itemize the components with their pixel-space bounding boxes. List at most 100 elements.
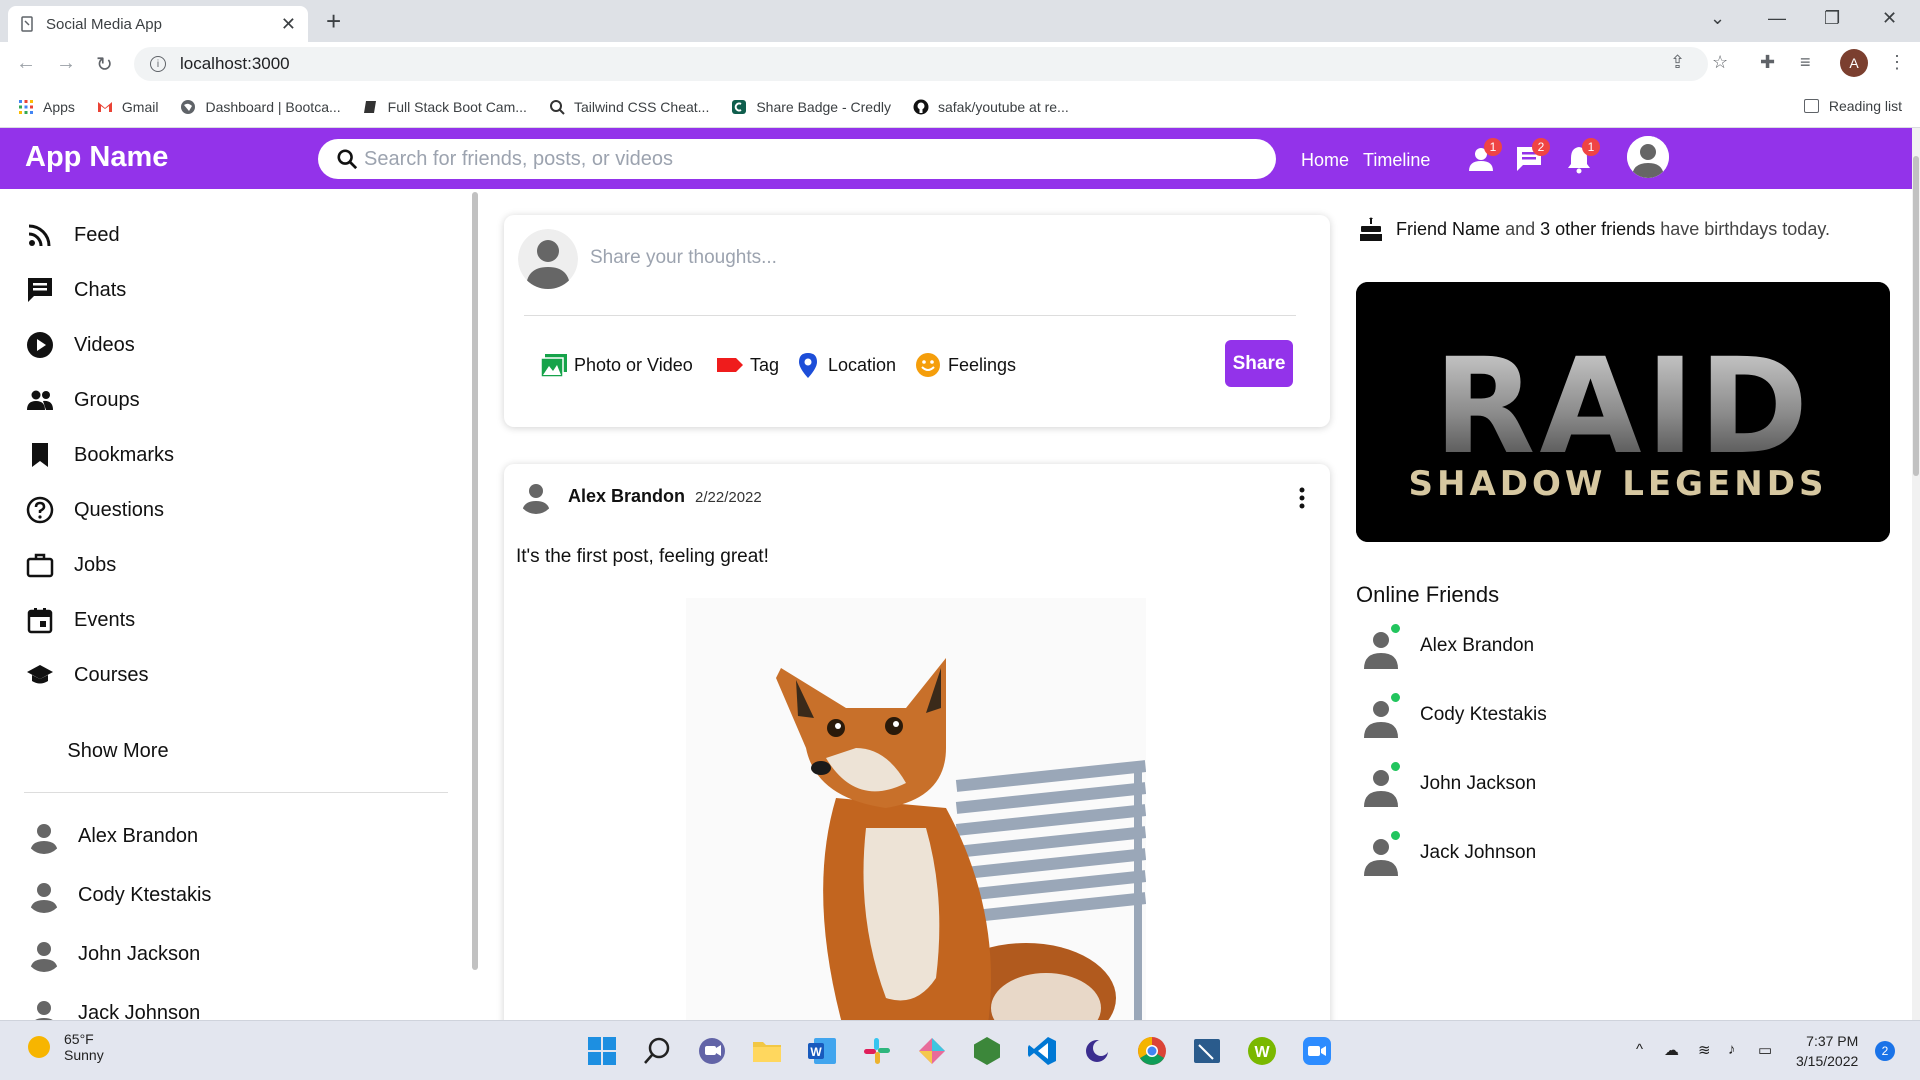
birthday-friend[interactable]: Friend Name (1396, 219, 1500, 240)
more-vertical-icon[interactable] (1296, 486, 1308, 510)
volume-icon[interactable]: ♪ (1728, 1041, 1736, 1058)
forward-icon[interactable]: → (56, 52, 76, 75)
sidebar-item-bookmarks[interactable]: Bookmarks (26, 441, 174, 469)
sidebar-item-groups[interactable]: Groups (26, 386, 140, 414)
bookmark-dashboard[interactable]: Dashboard | Bootca... (180, 99, 341, 115)
tab-search-icon[interactable]: ⌄ (1710, 8, 1725, 29)
avatar (1358, 830, 1404, 876)
remote-desktop-icon[interactable] (1191, 1035, 1223, 1067)
online-friend[interactable]: Jack Johnson (1358, 830, 1536, 876)
messages-button[interactable]: 2 (1514, 138, 1550, 174)
app-diamond-icon[interactable] (916, 1035, 948, 1067)
sidebar-friend[interactable]: Jack Johnson (26, 995, 200, 1020)
menu-dots-icon[interactable]: ⋮ (1888, 52, 1906, 73)
zoom-icon[interactable] (1301, 1035, 1333, 1067)
system-clock[interactable]: 7:37 PM 3/15/2022 (1796, 1031, 1858, 1071)
bookmark-label: Tailwind CSS Cheat... (573, 98, 710, 115)
share-button[interactable]: Share (1225, 340, 1293, 387)
bookmark-fullstack[interactable]: Full Stack Boot Cam... (363, 99, 527, 115)
nodejs-icon[interactable] (971, 1035, 1003, 1067)
avatar[interactable] (518, 478, 554, 514)
tray-chevron-icon[interactable]: ^ (1636, 1041, 1643, 1058)
wifi-icon[interactable]: ≋ (1698, 1041, 1711, 1059)
sidebar-friend[interactable]: John Jackson (26, 936, 200, 972)
bookmark-star-icon[interactable]: ☆ (1712, 52, 1728, 73)
new-tab-button[interactable]: + (326, 8, 341, 34)
reload-icon[interactable]: ↻ (96, 52, 113, 77)
sidebar-item-courses[interactable]: Courses (26, 661, 148, 689)
scrollbar-thumb[interactable] (1913, 156, 1919, 476)
battery-icon[interactable]: ▭ (1758, 1041, 1772, 1059)
back-icon[interactable]: ← (16, 52, 36, 75)
close-window-icon[interactable]: ✕ (1882, 8, 1897, 29)
online-friend[interactable]: Alex Brandon (1358, 623, 1534, 669)
page-scrollbar[interactable] (1912, 128, 1920, 1020)
tab-close-icon[interactable]: ✕ (281, 14, 296, 35)
sidebar-item-videos[interactable]: Videos (26, 331, 135, 359)
share-input[interactable]: Share your thoughts... (590, 247, 777, 269)
sidebar-item-events[interactable]: Events (26, 606, 135, 634)
extensions-icon[interactable]: ✚ (1760, 52, 1775, 73)
sidebar-friend[interactable]: Alex Brandon (26, 818, 198, 854)
file-explorer-icon[interactable] (751, 1035, 783, 1067)
bookmark-credly[interactable]: Share Badge - Credly (731, 99, 891, 115)
word-icon[interactable]: W (806, 1035, 838, 1067)
moon-app-icon[interactable] (1081, 1035, 1113, 1067)
windows-start-icon[interactable] (586, 1035, 618, 1067)
teams-chat-icon[interactable] (696, 1035, 728, 1067)
address-bar[interactable]: i localhost:3000 (134, 47, 1708, 81)
notification-count-badge[interactable]: 2 (1875, 1041, 1895, 1061)
minimize-icon[interactable]: — (1768, 8, 1786, 29)
friend-name: Jack Johnson (78, 1001, 201, 1021)
sidebar-item-chats[interactable]: Chats (26, 276, 126, 304)
group-icon (27, 390, 53, 410)
bookmark-apps[interactable]: Apps (18, 99, 75, 115)
bookmark-gmail[interactable]: Gmail (97, 99, 158, 115)
post-image[interactable] (686, 598, 1146, 1064)
sidebar-item-feed[interactable]: Feed (26, 221, 120, 249)
media-control-icon[interactable]: ≡ (1800, 52, 1811, 73)
feelings-option[interactable]: Feelings (914, 351, 1016, 379)
bookmark-github[interactable]: safak/youtube at re... (913, 99, 1069, 115)
tag-option[interactable]: Tag (716, 351, 779, 379)
site-info-icon[interactable]: i (150, 56, 166, 72)
post-author[interactable]: Alex Brandon (568, 486, 685, 507)
url-text[interactable]: localhost:3000 (180, 54, 290, 74)
w-app-icon[interactable]: W (1246, 1035, 1278, 1067)
show-more-button[interactable]: Show More (26, 729, 210, 773)
notifications-button[interactable]: 1 (1564, 138, 1600, 174)
nav-timeline-link[interactable]: Timeline (1363, 150, 1430, 171)
weather-widget[interactable]: 65°F Sunny (28, 1031, 104, 1063)
search-icon[interactable] (641, 1035, 673, 1067)
onedrive-icon[interactable]: ☁ (1664, 1041, 1679, 1059)
maximize-icon[interactable]: ❐ (1824, 8, 1840, 29)
slack-icon[interactable] (861, 1035, 893, 1067)
chrome-icon[interactable] (1136, 1035, 1168, 1067)
photo-video-option[interactable]: Photo or Video (540, 351, 693, 379)
sidebar-item-questions[interactable]: Questions (26, 496, 164, 524)
bookmark-tailwind[interactable]: Tailwind CSS Cheat... (549, 99, 709, 115)
location-option[interactable]: Location (794, 351, 896, 379)
credly-icon (732, 99, 747, 114)
online-friend[interactable]: Cody Ktestakis (1358, 692, 1547, 738)
profile-avatar[interactable]: A (1840, 49, 1868, 77)
sidebar-scrollbar[interactable] (472, 192, 478, 970)
search-input[interactable] (364, 147, 1244, 171)
friend-requests-button[interactable]: 1 (1466, 138, 1502, 174)
app-logo[interactable]: App Name (25, 141, 168, 174)
online-friend[interactable]: John Jackson (1358, 761, 1536, 807)
browser-tab[interactable]: Social Media App ✕ (8, 6, 308, 42)
ad-banner[interactable]: RAID SHADOW LEGENDS (1356, 282, 1890, 542)
sidebar-friend[interactable]: Cody Ktestakis (26, 877, 211, 913)
vscode-icon[interactable] (1026, 1035, 1058, 1067)
sidebar-item-jobs[interactable]: Jobs (26, 551, 116, 579)
user-avatar[interactable] (1627, 136, 1669, 178)
nav-home-link[interactable]: Home (1301, 150, 1349, 171)
search-bar[interactable] (318, 139, 1276, 179)
help-circle-icon (26, 496, 54, 524)
book-icon (363, 100, 376, 113)
share-page-icon[interactable]: ⇪ (1670, 52, 1685, 73)
birthday-others[interactable]: 3 other friends (1540, 219, 1655, 240)
reading-list[interactable]: Reading list (1803, 98, 1902, 114)
option-label: Photo or Video (574, 354, 693, 375)
